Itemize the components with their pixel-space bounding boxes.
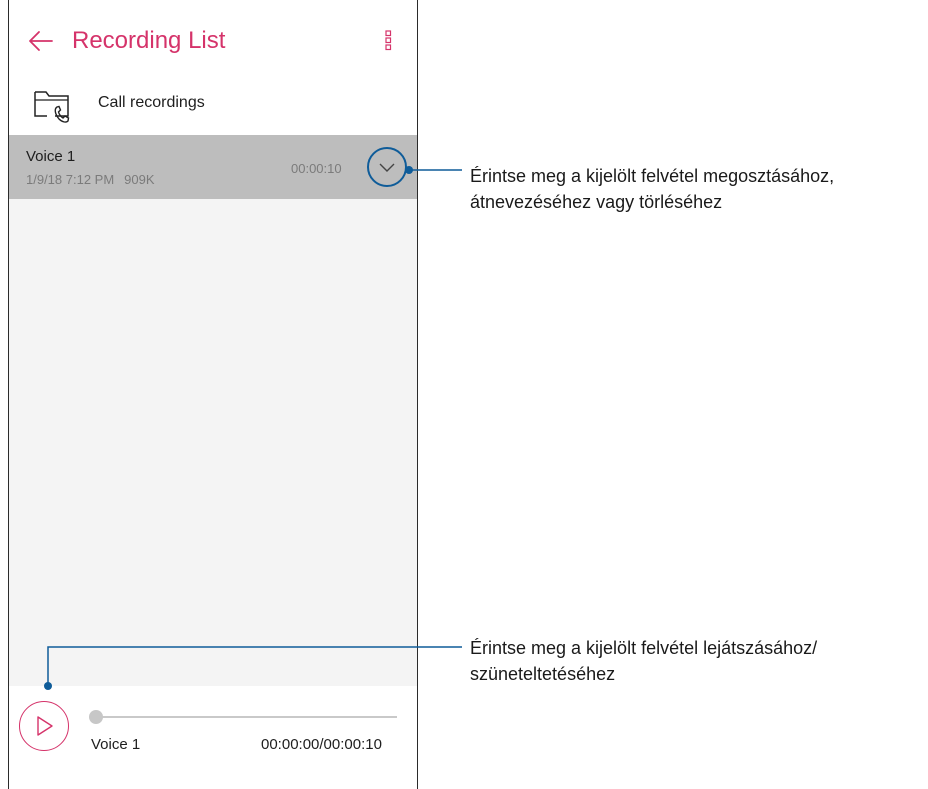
page-title: Recording List (72, 27, 226, 54)
seek-thumb[interactable] (89, 710, 103, 724)
play-icon (37, 716, 53, 736)
folder-label: Call recordings (98, 94, 205, 111)
call-recordings-folder[interactable]: Call recordings (9, 80, 417, 135)
callout-play: Érintse meg a kijelölt felvétel lejátszá… (470, 635, 817, 687)
call-folder-icon (34, 91, 70, 123)
player-time: 00:00:00/00:00:10 (261, 736, 382, 753)
callout-expand: Érintse meg a kijelölt felvétel megosztá… (470, 163, 834, 215)
recording-size: 909K (124, 172, 155, 187)
phone-screen: Recording List Call recordings Voice 1 1… (8, 0, 418, 789)
back-button[interactable] (27, 26, 57, 56)
recording-duration: 00:00:10 (291, 161, 342, 176)
play-button[interactable] (19, 701, 69, 751)
callout-expand-line-2: átnevezéséhez vagy törléséhez (470, 192, 723, 212)
callout-expand-line-1: Érintse meg a kijelölt felvétel megosztá… (470, 166, 835, 186)
callout-play-line-2: szüneteltetéséhez (470, 664, 616, 684)
expand-options-button[interactable] (367, 147, 407, 187)
list-item[interactable]: Voice 1 1/9/18 7:12 PM 909K 00:00:10 (9, 135, 417, 199)
recording-list: Voice 1 1/9/18 7:12 PM 909K 00:00:10 (9, 135, 417, 686)
callout-play-line-1: Érintse meg a kijelölt felvétel lejátszá… (470, 638, 818, 658)
recording-meta: 1/9/18 7:12 PM 909K (26, 172, 155, 187)
seek-track[interactable] (95, 716, 397, 718)
player-track-name: Voice 1 (91, 736, 141, 753)
chevron-down-icon (379, 163, 395, 172)
overflow-menu-icon (385, 30, 392, 51)
player-bar: Voice 1 00:00:00/00:00:10 (9, 686, 417, 789)
overflow-menu-button[interactable] (383, 28, 395, 54)
app-bar: Recording List (9, 0, 417, 80)
arrow-left-icon (29, 31, 53, 51)
recording-name: Voice 1 (26, 148, 76, 165)
recording-date: 1/9/18 7:12 PM (26, 172, 115, 187)
